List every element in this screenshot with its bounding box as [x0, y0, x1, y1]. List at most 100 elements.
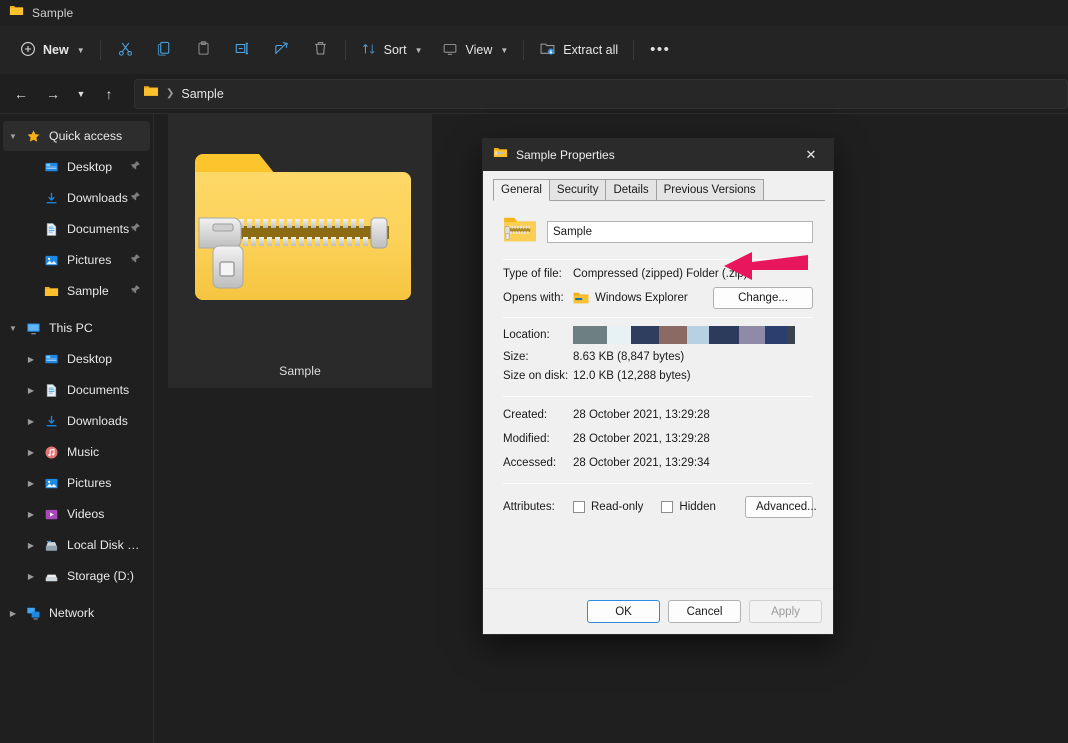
file-tile-label: Sample	[168, 364, 432, 378]
sidebar-item-this-pc-desktop[interactable]: ▶ Desktop	[3, 344, 150, 374]
readonly-checkbox[interactable]	[573, 501, 585, 513]
chevron-right-icon[interactable]: ▶	[21, 541, 41, 550]
copy-button[interactable]	[145, 34, 184, 66]
chevron-right-icon[interactable]: ▶	[21, 479, 41, 488]
extract-all-button[interactable]: Extract all	[529, 34, 628, 66]
divider	[503, 259, 813, 260]
file-name-input[interactable]: Sample	[547, 221, 813, 243]
see-more-button[interactable]: •••	[639, 34, 681, 66]
sidebar-item-this-pc-downloads[interactable]: ▶ Downloads	[3, 406, 150, 436]
paste-button[interactable]	[184, 34, 223, 66]
sidebar-item-sample[interactable]: › Sample	[3, 276, 150, 306]
dialog-tabs[interactable]: General Security Details Previous Versio…	[493, 179, 825, 201]
accessed-label: Accessed:	[503, 457, 573, 469]
hidden-checkbox-row[interactable]: Hidden	[661, 501, 745, 513]
close-icon[interactable]: ✕	[789, 139, 833, 171]
share-button[interactable]	[262, 34, 301, 66]
properties-dialog[interactable]: Sample Properties ✕ General Security Det…	[482, 138, 834, 635]
dialog-titlebar: Sample Properties ✕	[483, 139, 833, 171]
download-icon	[41, 414, 61, 429]
tab-general[interactable]: General	[493, 179, 550, 201]
sidebar-item-label: Downloads	[67, 414, 142, 428]
pin-icon[interactable]	[130, 158, 142, 176]
tab-details[interactable]: Details	[605, 179, 656, 200]
ok-button[interactable]: OK	[587, 600, 660, 623]
sidebar-item-this-pc-music[interactable]: ▶ Music	[3, 437, 150, 467]
back-button[interactable]: ←	[6, 79, 36, 109]
size-on-disk-row: Size on disk: 12.0 KB (12,288 bytes)	[503, 370, 813, 382]
view-button[interactable]: View ▼	[432, 34, 518, 66]
forward-button[interactable]: →	[38, 79, 68, 109]
folder-icon	[9, 3, 24, 23]
chevron-right-icon[interactable]: ▶	[3, 609, 23, 618]
sidebar-item-label: Downloads	[67, 191, 130, 205]
extract-all-label: Extract all	[563, 43, 618, 57]
file-tile-sample[interactable]: Sample	[168, 114, 432, 388]
sidebar-item-local-disk-c[interactable]: ▶ Local Disk (C:)	[3, 530, 150, 560]
chevron-down-icon[interactable]: ▼	[3, 324, 23, 333]
download-icon	[41, 191, 61, 206]
size-label: Size:	[503, 351, 573, 363]
toolbar-divider-3	[523, 40, 524, 60]
accessed-value: 28 October 2021, 13:29:34	[573, 457, 710, 469]
advanced-button[interactable]: Advanced...	[745, 496, 813, 518]
videos-icon	[41, 507, 61, 522]
breadcrumb-item-sample[interactable]: Sample	[181, 87, 223, 101]
sidebar-item-storage-d[interactable]: ▶ Storage (D:)	[3, 561, 150, 591]
pin-icon[interactable]	[130, 220, 142, 238]
sidebar-item-this-pc-pictures[interactable]: ▶ Pictures	[3, 468, 150, 498]
sidebar-group-network[interactable]: ▶ Network	[3, 598, 150, 628]
network-icon	[23, 606, 43, 621]
delete-button[interactable]	[301, 34, 340, 66]
sidebar-item-downloads[interactable]: › Downloads	[3, 183, 150, 213]
new-button[interactable]: New ▼	[10, 34, 95, 66]
sidebar-group-quick-access[interactable]: ▼ Quick access	[3, 121, 150, 151]
tab-previous-versions[interactable]: Previous Versions	[656, 179, 764, 200]
chevron-right-icon[interactable]: ▶	[21, 572, 41, 581]
sidebar-item-this-pc-videos[interactable]: ▶ Videos	[3, 499, 150, 529]
readonly-label: Read-only	[591, 501, 643, 513]
sidebar-group-this-pc[interactable]: ▼ This PC	[3, 313, 150, 343]
chevron-right-icon[interactable]: ▶	[21, 417, 41, 426]
recent-locations-button[interactable]: ▼	[70, 79, 92, 109]
chevron-down-icon[interactable]: ▼	[3, 132, 23, 141]
created-label: Created:	[503, 409, 573, 421]
change-button[interactable]: Change...	[713, 287, 813, 309]
hidden-checkbox[interactable]	[661, 501, 673, 513]
cut-button[interactable]	[106, 34, 145, 66]
chevron-right-icon[interactable]: ▶	[21, 386, 41, 395]
sidebar-item-label: Desktop	[67, 352, 142, 366]
trash-icon	[312, 40, 329, 60]
pin-icon[interactable]	[130, 251, 142, 269]
pin-icon[interactable]	[130, 282, 142, 300]
sort-button[interactable]: Sort ▼	[351, 34, 433, 66]
cancel-button[interactable]: Cancel	[668, 600, 741, 623]
navigation-pane[interactable]: ▼ Quick access › Desktop ›	[0, 114, 154, 743]
tab-security[interactable]: Security	[549, 179, 607, 200]
type-of-file-row: Type of file: Compressed (zipped) Folder…	[503, 268, 813, 280]
document-icon	[41, 383, 61, 398]
type-of-file-value: Compressed (zipped) Folder (.zip)	[573, 268, 747, 280]
navigation-bar: ← → ▼ ↑ ❯ Sample	[0, 74, 1068, 114]
apply-button[interactable]: Apply	[749, 600, 822, 623]
window-title: Sample	[32, 6, 73, 20]
sidebar-item-label: Documents	[67, 222, 130, 236]
chevron-right-icon[interactable]: ▶	[21, 510, 41, 519]
chevron-right-icon[interactable]: ▶	[21, 448, 41, 457]
sidebar-item-this-pc-documents[interactable]: ▶ Documents	[3, 375, 150, 405]
pin-icon[interactable]	[130, 189, 142, 207]
sidebar-item-documents[interactable]: › Documents	[3, 214, 150, 244]
sidebar-item-pictures[interactable]: › Pictures	[3, 245, 150, 275]
star-icon	[23, 129, 43, 144]
hidden-label: Hidden	[679, 501, 715, 513]
sidebar-item-desktop[interactable]: › Desktop	[3, 152, 150, 182]
up-button[interactable]: ↑	[94, 79, 124, 109]
thispc-icon	[23, 321, 43, 336]
readonly-checkbox-row[interactable]: Read-only	[573, 501, 643, 513]
chevron-right-icon[interactable]: ▶	[21, 355, 41, 364]
rename-button[interactable]	[223, 34, 262, 66]
pictures-icon	[41, 253, 61, 268]
extract-folder-icon	[539, 40, 556, 60]
address-bar[interactable]: ❯ Sample	[134, 79, 1068, 109]
share-icon	[273, 40, 290, 60]
